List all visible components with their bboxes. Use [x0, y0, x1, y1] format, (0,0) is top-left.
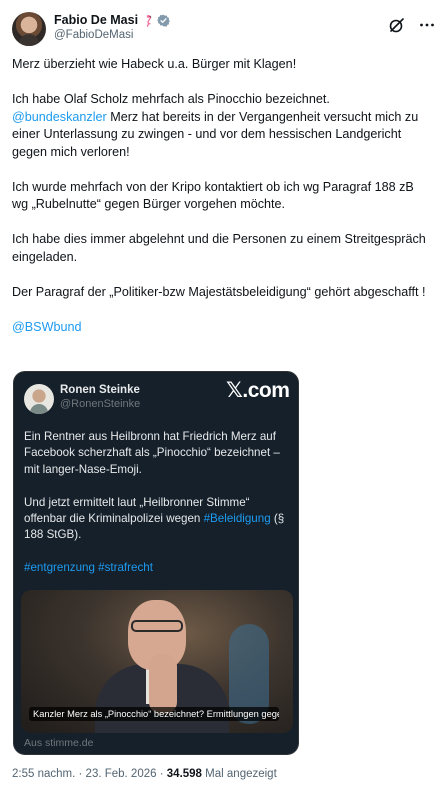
author-handle[interactable]: @FabioDeMasi — [54, 29, 170, 41]
post-meta: 2:55 nachm. · 23. Feb. 2026 · 34.598 Mal… — [12, 768, 277, 780]
post-paragraph: Ich habe dies immer abgelehnt und die Pe… — [12, 232, 430, 264]
photo-person-glasses — [131, 620, 183, 632]
quoted-author-handle: @RonenSteinke — [60, 398, 141, 410]
views-count: 34.598 — [166, 768, 202, 780]
post-time[interactable]: 2:55 nachm. — [12, 768, 75, 780]
image-caption: Kanzler Merz als „Pinocchio“ bezeichnet?… — [29, 707, 279, 721]
post-text: Merz überzieht wie Habeck u.a. Bürger mi… — [12, 56, 432, 354]
mention-link[interactable]: @bundeskanzler — [12, 110, 107, 124]
quoted-post-card[interactable]: Ronen Steinke @RonenSteinke 𝕏.com Ein Re… — [13, 371, 299, 755]
mention-link[interactable]: @BSWbund — [12, 319, 432, 337]
post-paragraph: Der Paragraf der „Politiker-bzw Majestät… — [12, 284, 426, 299]
verified-badge-icon — [157, 14, 170, 27]
post-paragraph: Merz überzieht wie Habeck u.a. Bürger mi… — [12, 57, 297, 71]
author-name[interactable]: Fabio De Masi — [54, 13, 138, 27]
hashtag-link: #entgrenzung — [24, 561, 95, 575]
header-actions — [388, 16, 436, 34]
hashtag-link: #Beleidigung — [203, 512, 271, 526]
quoted-post-text: Ein Rentner aus Heilbronn hat Friedrich … — [24, 429, 292, 593]
flamingo-icon — [146, 14, 152, 27]
post-paragraph: Ich wurde mehrfach von der Kripo kontakt… — [12, 179, 418, 212]
hashtag-link: #strafrecht — [98, 561, 153, 575]
quoted-paragraph: Und jetzt ermittelt laut „Heilbronner St… — [24, 495, 292, 544]
article-image: Kanzler Merz als „Pinocchio“ bezeichnet?… — [21, 590, 293, 733]
link-source: Aus stimme.de — [24, 737, 94, 749]
more-icon[interactable] — [418, 16, 436, 34]
photo-person-hand — [149, 654, 177, 714]
author-info: Fabio De Masi @FabioDeMasi — [54, 13, 170, 41]
author-avatar[interactable] — [12, 12, 46, 46]
quoted-author-avatar — [24, 384, 54, 414]
post-date[interactable]: 23. Feb. 2026 — [86, 768, 157, 780]
views-label: Mal angezeigt — [205, 768, 277, 780]
post-paragraph: Ich habe Olaf Scholz mehrfach als Pinocc… — [12, 91, 432, 161]
grok-icon[interactable] — [388, 16, 406, 34]
meta-separator: · — [159, 768, 164, 780]
post-header: Fabio De Masi @FabioDeMasi — [12, 12, 436, 52]
meta-separator: · — [78, 768, 83, 780]
quoted-author-name: Ronen Steinke — [60, 384, 140, 396]
quoted-hashtags: #entgrenzung #strafrecht — [24, 560, 292, 576]
author-name-row: Fabio De Masi — [54, 13, 170, 27]
x-logo-badge: 𝕏.com — [226, 379, 290, 402]
post-paragraph-text: Ich habe Olaf Scholz mehrfach als Pinocc… — [12, 92, 330, 106]
quoted-paragraph: Ein Rentner aus Heilbronn hat Friedrich … — [24, 430, 280, 476]
